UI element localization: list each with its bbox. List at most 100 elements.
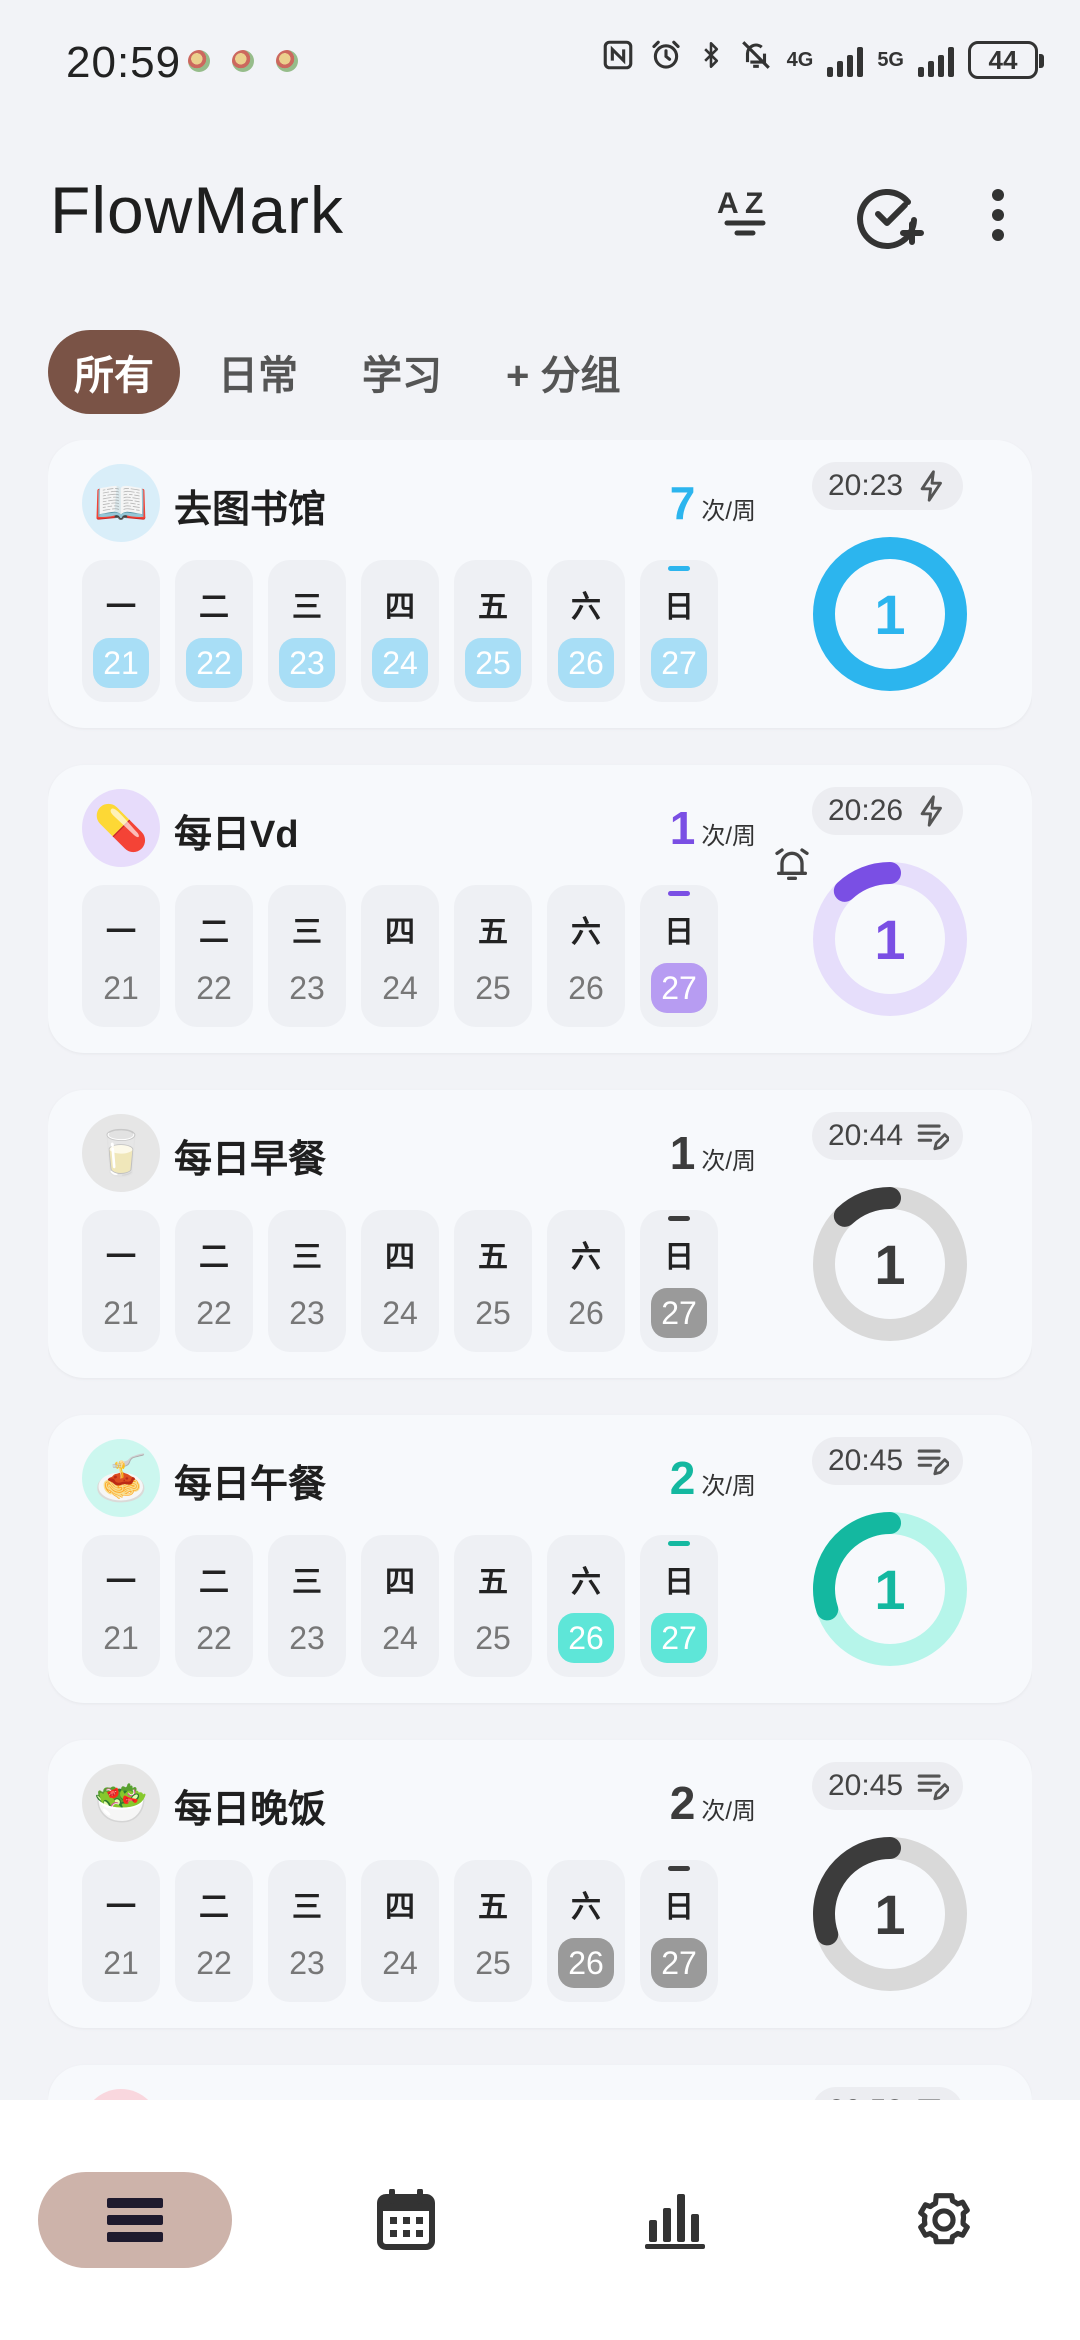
sort-az-button[interactable]: A Z [700, 170, 790, 260]
day-cell[interactable]: 日 27 [640, 1535, 718, 1677]
day-cell[interactable]: 三 23 [268, 1210, 346, 1352]
date-number: 21 [93, 638, 149, 688]
alarm-bell-icon[interactable] [772, 845, 812, 885]
weekday-label: 二 [199, 1891, 229, 1924]
tab-study[interactable]: 学习 [336, 330, 468, 414]
weekday-label: 一 [106, 1891, 136, 1924]
nfc-icon [601, 38, 635, 82]
day-cell[interactable]: 二 22 [175, 560, 253, 702]
day-cell[interactable]: 一 21 [82, 1210, 160, 1352]
day-cell[interactable]: 日 27 [640, 885, 718, 1027]
weekday-label: 日 [664, 916, 694, 949]
status-right: 4G 5G 44 [601, 38, 1044, 82]
date-number: 24 [372, 638, 428, 688]
add-group-button[interactable]: + 分组 [480, 330, 646, 414]
date-number: 25 [465, 638, 521, 688]
habit-card[interactable]: 💊 每日Vd 1 次/周一 21 二 22 三 23 四 24 五 25 六 26 日 27 20:26 1 [48, 765, 1032, 1053]
weekday-label: 三 [292, 591, 322, 624]
frequency-unit: 次/周 [701, 1148, 756, 1175]
day-cell[interactable]: 一 21 [82, 560, 160, 702]
weekday-label: 一 [106, 591, 136, 624]
date-number: 26 [558, 1613, 614, 1663]
day-cell[interactable]: 四 24 [361, 560, 439, 702]
reminder-time-pill[interactable]: 20:23 [812, 462, 964, 510]
day-cell[interactable]: 五 25 [454, 1210, 532, 1352]
notification-icon [232, 50, 254, 72]
reminder-time-pill[interactable]: 20:53 [812, 2087, 964, 2100]
day-cell[interactable]: 六 26 [547, 885, 625, 1027]
reminder-time-pill[interactable]: 20:45 [812, 1762, 964, 1810]
day-cell[interactable]: 五 25 [454, 1535, 532, 1677]
day-cell[interactable]: 三 23 [268, 560, 346, 702]
status-bar: 20:59 4G 5G 44 [0, 0, 1080, 120]
day-cell[interactable]: 六 26 [547, 1860, 625, 2002]
network-4g-label: 4G [786, 49, 814, 71]
day-cell[interactable]: 日 27 [640, 1860, 718, 2002]
date-number: 24 [382, 1295, 418, 1331]
day-cell[interactable]: 五 25 [454, 560, 532, 702]
progress-ring[interactable]: 1 [808, 532, 972, 696]
date-number: 23 [279, 638, 335, 688]
weekday-label: 五 [478, 591, 508, 624]
nav-calendar[interactable] [356, 2172, 456, 2268]
note-edit-icon [917, 1774, 950, 1801]
day-cell[interactable]: 三 23 [268, 1860, 346, 2002]
reminder-time-pill[interactable]: 20:26 [812, 787, 964, 835]
day-cell[interactable]: 日 27 [640, 1210, 718, 1352]
nav-settings[interactable] [894, 2172, 994, 2268]
day-cell[interactable]: 一 21 [82, 1535, 160, 1677]
date-number: 27 [651, 1613, 707, 1663]
day-cell[interactable]: 五 25 [454, 885, 532, 1027]
progress-ring[interactable]: 1 [808, 1832, 972, 1996]
day-cell[interactable]: 六 26 [547, 1535, 625, 1677]
weekday-label: 五 [478, 1566, 508, 1599]
date-number: 25 [475, 1945, 511, 1981]
reminder-time: 20:45 [828, 1769, 904, 1802]
day-cell[interactable]: 一 21 [82, 1860, 160, 2002]
nav-habits[interactable] [38, 2172, 232, 2268]
tab-daily[interactable]: 日常 [192, 330, 324, 414]
day-cell[interactable]: 四 24 [361, 885, 439, 1027]
progress-ring[interactable]: 1 [808, 1507, 972, 1671]
tab-all[interactable]: 所有 [48, 330, 180, 414]
habit-card[interactable]: 一21二22三23四24五25六26日2720:53 [48, 2065, 1032, 2100]
today-marker [668, 1216, 690, 1221]
habit-card[interactable]: 🥗 每日晚饭 2 次/周一 21 二 22 三 23 四 24 五 25 六 26 日 27 20:45 1 [48, 1740, 1032, 2028]
nav-statistics[interactable] [625, 2172, 725, 2268]
date-number: 23 [289, 1945, 325, 1981]
progress-ring[interactable]: 1 [808, 857, 972, 1021]
date-number: 26 [568, 1295, 604, 1331]
habit-card[interactable]: 🥛 每日早餐 1 次/周一 21 二 22 三 23 四 24 五 25 六 26 日 27 20:44 1 [48, 1090, 1032, 1378]
day-cell[interactable]: 五 25 [454, 1860, 532, 2002]
more-options-button[interactable] [968, 170, 1028, 260]
weekday-label: 二 [199, 1241, 229, 1274]
day-cell[interactable]: 三 23 [268, 1535, 346, 1677]
habit-card[interactable]: 🍝 每日午餐 2 次/周一 21 二 22 三 23 四 24 五 25 六 26 日 27 20:45 1 [48, 1415, 1032, 1703]
notification-icons [188, 50, 298, 72]
day-cell[interactable]: 二 22 [175, 885, 253, 1027]
day-cell[interactable]: 四 24 [361, 1210, 439, 1352]
progress-ring[interactable]: 1 [808, 1182, 972, 1346]
add-habit-icon [857, 189, 924, 249]
habit-list: 📖 去图书馆 7 次/周一 21 二 22 三 23 四 24 五 25 六 26 日 27 20:23 1 💊 每日V… [48, 440, 1032, 2100]
day-cell[interactable]: 一 21 [82, 885, 160, 1027]
day-cell[interactable]: 三 23 [268, 885, 346, 1027]
add-habit-button[interactable] [846, 170, 936, 260]
date-number: 24 [382, 970, 418, 1006]
day-cell[interactable]: 二 22 [175, 1860, 253, 2002]
day-cell[interactable]: 二 22 [175, 1210, 253, 1352]
day-cell[interactable]: 日 27 [640, 560, 718, 702]
reminder-time-pill[interactable]: 20:45 [812, 1437, 964, 1485]
habit-name: 每日早餐 [174, 1139, 327, 1181]
day-cell[interactable]: 四 24 [361, 1860, 439, 2002]
day-cell[interactable]: 六 26 [547, 560, 625, 702]
reminder-time-pill[interactable]: 20:44 [812, 1112, 964, 1160]
habit-avatar: 🥗 [82, 1764, 160, 1842]
habit-card[interactable]: 📖 去图书馆 7 次/周一 21 二 22 三 23 四 24 五 25 六 26 日 27 20:23 1 [48, 440, 1032, 728]
day-cell[interactable]: 四 24 [361, 1535, 439, 1677]
day-cell[interactable]: 六 26 [547, 1210, 625, 1352]
day-cell[interactable]: 二 22 [175, 1535, 253, 1677]
frequency-unit: 次/周 [701, 1473, 756, 1500]
habit-name: 每日晚饭 [174, 1789, 327, 1831]
weekday-label: 四 [385, 1241, 415, 1274]
